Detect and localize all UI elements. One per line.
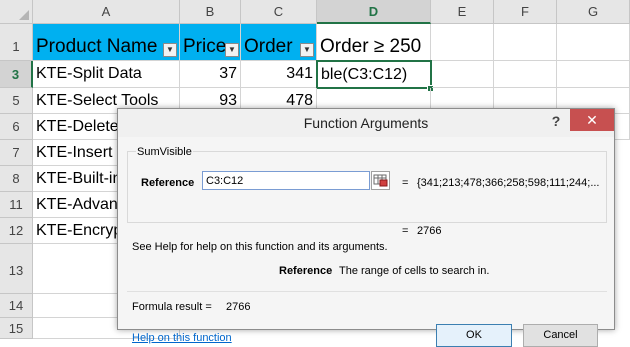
function-arguments-dialog: Function Arguments ? ✕ SumVisible Refere…	[117, 108, 615, 347]
help-on-function-link[interactable]: Help on this function	[132, 332, 232, 344]
cell-a3[interactable]: KTE-Split Data	[33, 61, 180, 88]
cell-e3[interactable]	[432, 61, 494, 88]
filter-dropdown-icon[interactable]: ▼	[225, 43, 239, 57]
row-header-7[interactable]: 7	[0, 140, 33, 166]
column-header-a[interactable]: A	[33, 0, 180, 24]
argument-evaluated-value: {341;213;478;366;258;598;111;244;...	[417, 177, 600, 189]
column-header-d[interactable]: D	[317, 0, 431, 24]
row-header-5[interactable]: 5	[0, 88, 33, 114]
dialog-titlebar[interactable]: Function Arguments ? ✕	[118, 109, 614, 137]
dialog-body: SumVisible Reference C3:C12 = {341;213;4…	[118, 137, 614, 347]
cell-g1[interactable]	[557, 24, 630, 61]
column-header-g[interactable]: G	[557, 0, 630, 24]
close-button[interactable]: ✕	[570, 109, 614, 131]
column-header-b[interactable]: B	[180, 0, 241, 24]
cell-d1-text: Order ≥ 250	[320, 36, 422, 57]
equals-sign: =	[402, 225, 409, 237]
cancel-button[interactable]: Cancel	[523, 324, 598, 347]
row-header-15[interactable]: 15	[0, 318, 33, 339]
row-header-6[interactable]: 6	[0, 114, 33, 140]
cell-f3[interactable]	[494, 61, 557, 88]
cell-f1[interactable]	[494, 24, 557, 61]
argument-description-text: The range of cells to search in.	[339, 265, 490, 277]
row-header-1[interactable]: 1	[0, 24, 33, 61]
range-select-icon	[373, 174, 388, 187]
row-header-8[interactable]: 8	[0, 166, 33, 192]
cell-a1-text: Product Name	[36, 36, 158, 57]
cell-a1[interactable]: Product Name	[33, 24, 180, 61]
select-all-corner[interactable]	[0, 0, 33, 24]
cell-b3[interactable]: 37	[180, 61, 241, 88]
cell-c1-text: Order	[244, 36, 293, 57]
reference-input[interactable]: C3:C12	[202, 171, 370, 190]
row-header-11[interactable]: 11	[0, 192, 33, 218]
equals-sign: =	[402, 177, 409, 189]
cell-b1-text: Price	[183, 36, 227, 57]
close-icon: ✕	[586, 112, 598, 128]
help-description: See Help for help on this function and i…	[132, 241, 388, 253]
ok-button[interactable]: OK	[436, 324, 512, 347]
cell-e1[interactable]	[431, 24, 494, 61]
row-header-12[interactable]: 12	[0, 218, 33, 244]
filter-active-icon[interactable]: ▼	[300, 43, 314, 57]
formula-result-value: 2766	[226, 301, 251, 313]
column-header-c[interactable]: C	[241, 0, 317, 24]
row-header-14[interactable]: 14	[0, 294, 33, 318]
cell-d1[interactable]: Order ≥ 250	[317, 24, 431, 61]
column-header-e[interactable]: E	[431, 0, 494, 24]
divider	[127, 291, 607, 292]
row-header-13[interactable]: 13	[0, 244, 33, 294]
reference-input-value: C3:C12	[206, 175, 244, 187]
reference-label: Reference	[141, 177, 195, 189]
formula-result-label: Formula result =	[132, 301, 212, 313]
cell-d3-active[interactable]: ble(C3:C12)	[316, 60, 432, 89]
filter-dropdown-icon[interactable]: ▼	[163, 43, 177, 57]
help-icon[interactable]: ?	[549, 113, 563, 129]
row-header-3[interactable]: 3	[0, 61, 33, 88]
function-name-label: SumVisible	[136, 146, 193, 158]
column-header-f[interactable]: F	[494, 0, 557, 24]
result-preview: 2766	[417, 225, 442, 237]
argument-description-name: Reference	[279, 265, 333, 277]
dialog-title: Function Arguments	[303, 115, 429, 131]
cell-g3[interactable]	[557, 61, 630, 88]
collapse-dialog-button[interactable]	[371, 171, 390, 190]
select-all-triangle-icon	[19, 10, 29, 20]
cell-c3[interactable]: 341	[241, 61, 317, 88]
